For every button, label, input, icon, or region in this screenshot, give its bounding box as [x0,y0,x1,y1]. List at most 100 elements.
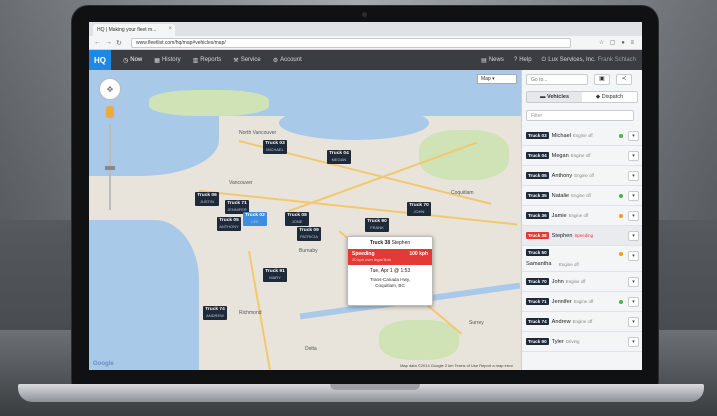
map-park [379,320,459,360]
vehicle-row[interactable]: Truck 03 Michael Engine off ▾ [522,126,642,146]
row-menu-button[interactable]: ▾ [628,131,639,141]
extension-icons[interactable]: ☆ ▢ ● ≡ [599,39,636,46]
vehicle-plate: Truck 71 [526,298,549,305]
vehicle-info-popup[interactable]: Truck 38 Stephen Speeding 100 kph 20 kph… [347,236,433,306]
row-menu-button[interactable]: ▾ [628,211,639,221]
vehicle-row[interactable]: Truck 05 Anthony Engine off ▾ [522,166,642,186]
vehicle-status: Engine off [573,299,594,304]
vehicle-marker[interactable]: Truck 90 FRANK [365,218,389,232]
zoom-control[interactable] [105,106,115,216]
vehicle-row[interactable]: Truck 36 Jamie Engine off ▾ [522,206,642,226]
vehicle-sidebar: Go to... ▣ ≺ ▬ Vehicles ◆ Dispatch Filte… [521,70,642,370]
map-view[interactable]: North Vancouver Vancouver Burnaby Coquit… [89,70,521,370]
vehicle-row[interactable]: Truck 04 Megan Engine off ▾ [522,146,642,166]
browser-tab[interactable]: HQ | Making your fleet m... × [93,24,175,36]
vehicle-row-selected[interactable]: Truck 38 Stephen Speeding ▾ [522,226,642,246]
marker-driver: PATRICIA [300,234,318,239]
alert-detail: 20 kph over legal limit [352,257,391,262]
nav-account-label: Account [280,57,302,63]
vehicle-status: Speeding [574,233,594,238]
vehicle-row[interactable]: Truck 71 Jennifer Engine off ▾ [522,292,642,312]
vehicle-marker[interactable]: Truck 06 JUSTIN [195,192,219,206]
row-menu-button[interactable]: ▾ [628,317,639,327]
vehicle-row[interactable]: Truck 50 Samantha Engine off ▾ [522,246,642,272]
row-menu-button[interactable]: ▾ [628,231,639,241]
nav-help[interactable]: ? Help [514,57,532,63]
pan-control[interactable]: ✥ [99,78,121,100]
row-menu-button[interactable]: ▾ [628,251,639,261]
vehicle-driver: Megan [551,152,569,159]
forward-icon[interactable]: → [105,39,112,46]
share-icon[interactable]: ≺ [616,74,632,85]
city-label: Vancouver [229,180,253,186]
row-menu-button[interactable]: ▾ [628,151,639,161]
vehicle-marker[interactable]: Truck 91 MARY [263,268,287,282]
marker-driver: JONE [291,219,303,224]
laptop-notch [330,384,420,390]
vehicle-list: Truck 03 Michael Engine off ▾ Truck 04 M… [522,126,642,352]
goto-row: Go to... ▣ ≺ [522,70,642,88]
tab-dispatch-label: Dispatch [601,94,624,100]
row-menu-button[interactable]: ▾ [628,277,639,287]
app-header: HQ ◷ Now ▦ History ▥ Reports ⚒ Service ⚙… [89,50,642,70]
vehicle-marker[interactable]: Truck 03 MICHAEL [263,140,287,154]
company-name: Lux Services, Inc. [548,57,596,63]
vehicle-marker-highlighted[interactable]: Truck 02 LEE [243,212,267,226]
browser-tabbar: HQ | Making your fleet m... × [89,22,642,36]
vehicle-row[interactable]: Truck 70 John Engine off ▾ [522,272,642,292]
vehicle-status: Engine off [568,213,589,218]
vehicle-marker[interactable]: Truck 04 MEGAN [327,150,351,164]
layout-toggle-icon[interactable]: ▣ [594,74,610,85]
marker-driver: LEE [251,219,259,224]
map-attribution: Map data ©2014 Google 2 km Terms of Use … [400,363,513,368]
nav-now[interactable]: ◷ Now [123,57,142,64]
row-menu-button[interactable]: ▾ [628,171,639,181]
nav-history[interactable]: ▦ History [154,57,180,64]
map-water [89,220,199,370]
street-view-icon[interactable] [106,106,114,118]
vehicle-row[interactable]: Truck 35 Natalie Engine off ▾ [522,186,642,206]
address-bar[interactable]: www.fleetlist.com/hq/map#vehicles/map/ [131,38,571,48]
row-menu-button[interactable]: ▾ [628,337,639,347]
status-dot [619,300,623,304]
power-icon: ⏻ [541,56,547,63]
map-type-select[interactable]: Map ▾ [477,74,517,84]
clock-icon: ◷ [123,57,129,64]
news-icon: ▤ [481,57,487,64]
filter-input[interactable]: Filter [526,110,634,121]
zoom-knob[interactable] [105,166,115,170]
vehicle-marker[interactable]: Truck 08 JONE [285,212,309,226]
vehicle-driver: Michael [551,132,571,139]
goto-input[interactable]: Go to... [526,74,588,85]
nav-account[interactable]: ⚙ Account [273,57,302,64]
vehicle-marker[interactable]: Truck 05 ANTHONY [217,217,241,231]
vehicle-row[interactable]: Truck 90 Tyler Driving ▾ [522,332,642,352]
nav-help-label: Help [519,57,532,63]
row-menu-button[interactable]: ▾ [628,297,639,307]
vehicle-status: Engine off [574,173,594,178]
vehicle-row[interactable]: Truck 74 Andrew Engine off ▾ [522,312,642,332]
vehicle-plate: Truck 36 [526,212,549,219]
vehicle-marker[interactable]: Truck 09 PATRICIA [297,227,321,241]
row-menu-button[interactable]: ▾ [628,191,639,201]
vehicle-marker[interactable]: Truck 70 JOHN [407,202,431,216]
tab-vehicles[interactable]: ▬ Vehicles [527,92,582,102]
nav-service[interactable]: ⚒ Service [233,57,260,64]
tab-close-icon[interactable]: × [168,26,172,32]
vehicle-status: Driving [565,339,580,344]
app-logo[interactable]: HQ [89,50,111,70]
nav-news[interactable]: ▤ News [481,57,504,64]
nav-company[interactable]: ⏻ Lux Services, Inc. Frank Schlach [542,57,636,64]
vehicle-driver: Stephen [551,232,573,239]
city-label: Delta [305,346,317,352]
vehicle-marker[interactable]: Truck 74 ANDREW [203,306,227,320]
vehicle-plate: Truck 35 [526,192,549,199]
back-icon[interactable]: ← [94,39,101,46]
nav-reports[interactable]: ▥ Reports [193,57,222,64]
help-icon: ? [513,57,518,63]
status-dot [619,252,623,256]
reload-icon[interactable]: ↻ [116,39,122,47]
tab-dispatch[interactable]: ◆ Dispatch [582,92,637,102]
nav-news-label: News [488,57,504,63]
sidebar-tabs: ▬ Vehicles ◆ Dispatch [526,91,638,103]
